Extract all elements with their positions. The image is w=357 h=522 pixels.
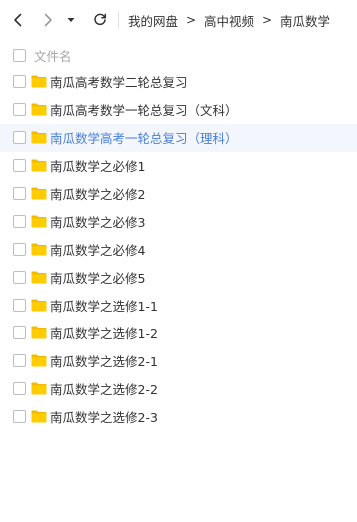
folder-row[interactable]: 南瓜数学之选修2-1 (0, 347, 357, 375)
row-checkbox[interactable] (13, 354, 26, 368)
folder-icon (31, 410, 47, 423)
folder-name: 南瓜数学之选修1-1 (50, 298, 158, 314)
row-checkbox[interactable] (13, 187, 26, 200)
folder-row[interactable]: 南瓜数学之选修1-2 (0, 319, 357, 347)
folder-row[interactable]: 南瓜高考数学二轮总复习 (0, 68, 357, 96)
folder-row[interactable]: 南瓜数学之必修5 (0, 263, 357, 291)
row-checkbox[interactable] (13, 270, 26, 284)
folder-icon (31, 243, 47, 256)
folder-icon (31, 215, 47, 228)
breadcrumb-item-my-drive[interactable]: 我的网盘 (128, 11, 178, 30)
folder-name: 南瓜数学高考一轮总复习（理科） (50, 131, 238, 147)
folder-name: 南瓜数学之选修2-3 (50, 410, 158, 426)
folder-icon (31, 187, 47, 200)
folder-icon (31, 271, 47, 284)
folder-name: 南瓜数学之选修2-2 (50, 382, 158, 398)
row-checkbox[interactable] (13, 382, 26, 396)
breadcrumb: 我的网盘 > 高中视频 > 南瓜数学 (128, 0, 330, 40)
folder-icon (31, 159, 47, 172)
folder-name: 南瓜数学之必修1 (50, 159, 146, 175)
forward-button[interactable] (34, 0, 62, 40)
folder-icon (31, 131, 47, 144)
folder-row[interactable]: 南瓜数学之选修1-1 (0, 291, 357, 319)
folder-row[interactable]: 南瓜数学高考一轮总复习（理科） (0, 123, 357, 152)
row-checkbox[interactable] (13, 103, 26, 117)
filename-column-header[interactable]: 文件名 (34, 46, 72, 65)
folder-row[interactable]: 南瓜数学之选修2-3 (0, 403, 357, 431)
row-checkbox[interactable] (13, 298, 26, 312)
chevron-right-icon (44, 13, 52, 27)
folder-icon (31, 382, 47, 395)
list-header: 文件名 (0, 42, 357, 68)
file-list: 南瓜高考数学二轮总复习南瓜高考数学一轮总复习（文科） 南瓜数学高考一轮总复习（理科… (0, 68, 357, 431)
back-button[interactable] (4, 0, 32, 40)
row-checkbox[interactable] (13, 131, 26, 145)
row-checkbox[interactable] (13, 214, 26, 228)
folder-icon (31, 75, 47, 88)
toolbar-divider (118, 11, 119, 29)
row-checkbox[interactable] (13, 410, 26, 424)
folder-row[interactable]: 南瓜数学之必修4 (0, 235, 357, 263)
folder-icon (31, 103, 47, 116)
breadcrumb-separator: > (262, 13, 273, 27)
folder-icon (31, 354, 47, 367)
folder-row[interactable]: 南瓜高考数学一轮总复习（文科） (0, 96, 357, 124)
folder-name: 南瓜数学之必修4 (50, 242, 146, 258)
toolbar: 我的网盘 > 高中视频 > 南瓜数学 (0, 0, 357, 40)
row-checkbox[interactable] (13, 242, 26, 256)
folder-name: 南瓜数学之必修3 (50, 214, 146, 230)
history-dropdown-button[interactable] (60, 0, 82, 40)
select-all-checkbox[interactable] (13, 48, 26, 62)
folder-name: 南瓜数学之必修2 (50, 187, 146, 202)
refresh-icon (94, 13, 107, 26)
folder-name: 南瓜高考数学二轮总复习 (50, 75, 188, 91)
refresh-button[interactable] (86, 0, 114, 40)
breadcrumb-separator: > (185, 13, 197, 27)
row-checkbox[interactable] (13, 159, 26, 173)
folder-name: 南瓜数学之选修2-1 (50, 354, 158, 370)
folder-name: 南瓜高考数学一轮总复习（文科） (50, 103, 238, 119)
row-checkbox[interactable] (13, 75, 26, 89)
row-checkbox[interactable] (13, 326, 26, 340)
breadcrumb-item-current-folder[interactable]: 南瓜数学 (280, 11, 330, 30)
folder-row[interactable]: 南瓜数学之必修2 (0, 180, 357, 208)
folder-name: 南瓜数学之选修1-2 (50, 326, 158, 342)
folder-icon (31, 326, 47, 339)
breadcrumb-item-high-school-videos[interactable]: 高中视频 (204, 11, 254, 30)
chevron-left-icon (14, 13, 22, 27)
caret-down-icon (67, 18, 75, 22)
folder-row[interactable]: 南瓜数学之必修1 (0, 152, 357, 180)
folder-row[interactable]: 南瓜数学之选修2-2 (0, 375, 357, 403)
folder-name: 南瓜数学之必修5 (50, 270, 146, 286)
folder-icon (31, 299, 47, 312)
folder-row[interactable]: 南瓜数学之必修3 (0, 207, 357, 235)
